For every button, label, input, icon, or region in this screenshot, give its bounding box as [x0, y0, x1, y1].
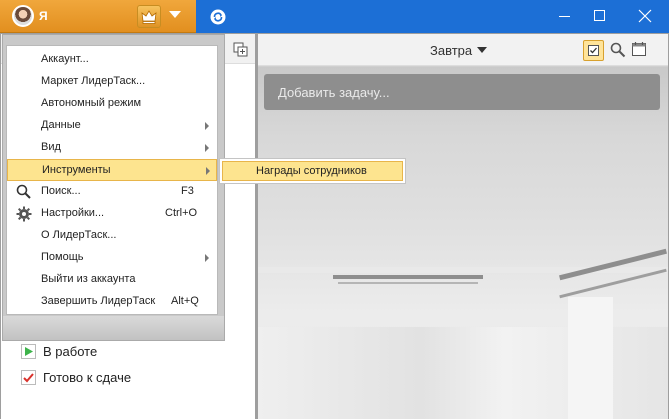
- menu-item-offline[interactable]: Автономный режим: [7, 93, 217, 115]
- maximize-button[interactable]: [576, 0, 622, 33]
- submenu-arrow-icon: [205, 144, 209, 152]
- play-icon: [21, 344, 36, 359]
- menu-item-label: Помощь: [41, 251, 84, 263]
- menu-item-help[interactable]: Помощь: [7, 247, 217, 269]
- chevron-down-icon[interactable]: [169, 11, 181, 18]
- submenu-item-label: Награды сотрудников: [256, 165, 367, 177]
- menu-item-logout[interactable]: Выйти из аккаунта: [7, 269, 217, 291]
- menu-item-market[interactable]: Маркет ЛидерТаск...: [7, 71, 217, 93]
- menu-item-label: Аккаунт...: [41, 53, 89, 65]
- account-menu: Аккаунт... Маркет ЛидерТаск... Автономны…: [6, 45, 218, 315]
- menu-item-label: О ЛидерТаск...: [41, 229, 117, 241]
- submenu-arrow-icon: [206, 167, 210, 175]
- menu-item-view[interactable]: Вид: [7, 137, 217, 159]
- search-icon[interactable]: [610, 42, 626, 58]
- menu-item-label: Завершить ЛидерТаск: [41, 295, 156, 307]
- checkmark-icon: [21, 370, 36, 385]
- search-icon: [16, 184, 31, 199]
- menu-item-label: Маркет ЛидерТаск...: [41, 75, 146, 87]
- menu-item-shortcut: Alt+Q: [171, 295, 199, 307]
- menu-item-tools[interactable]: Инструменты: [7, 159, 217, 181]
- user-account-button[interactable]: Я: [0, 0, 196, 33]
- menu-item-label: Вид: [41, 141, 61, 153]
- title-bar: Я: [0, 0, 669, 33]
- sync-icon[interactable]: [210, 9, 226, 25]
- premium-button[interactable]: [137, 5, 161, 28]
- menu-footer: [3, 316, 224, 340]
- calendar-icon[interactable]: [631, 41, 647, 57]
- menu-item-about[interactable]: О ЛидерТаск...: [7, 225, 217, 247]
- background-image: [258, 67, 668, 419]
- right-panel: Завтра Добавить задачу...: [258, 34, 668, 419]
- avatar: [12, 5, 34, 27]
- date-selector[interactable]: Завтра: [430, 43, 472, 58]
- right-toolbar: Завтра: [258, 34, 668, 66]
- submenu-item-employee-rewards[interactable]: Награды сотрудников: [222, 161, 403, 181]
- menu-item-label: Инструменты: [42, 164, 111, 176]
- menu-item-settings[interactable]: Настройки... Ctrl+O: [7, 203, 217, 225]
- menu-item-account[interactable]: Аккаунт...: [7, 49, 217, 71]
- menu-item-label: Автономный режим: [41, 97, 142, 109]
- menu-item-shortcut: F3: [181, 185, 194, 197]
- menu-item-quit[interactable]: Завершить ЛидерТаск Alt+Q: [7, 291, 217, 313]
- list-item-label: Готово к сдаче: [43, 370, 132, 385]
- menu-item-data[interactable]: Данные: [7, 115, 217, 137]
- close-button[interactable]: [622, 0, 668, 33]
- user-name: Я: [39, 9, 48, 23]
- tasks-view-button[interactable]: [583, 40, 604, 61]
- list-item-label: В работе: [43, 344, 98, 359]
- menu-item-label: Поиск...: [41, 185, 81, 197]
- crown-icon: [141, 10, 157, 24]
- menu-item-label: Выйти из аккаунта: [41, 273, 136, 285]
- add-task-placeholder: Добавить задачу...: [278, 85, 390, 100]
- copy-icon[interactable]: [233, 42, 248, 57]
- menu-item-label: Настройки...: [41, 207, 105, 219]
- submenu-arrow-icon: [205, 122, 209, 130]
- menu-item-label: Данные: [41, 119, 81, 131]
- add-task-input[interactable]: Добавить задачу...: [264, 74, 660, 110]
- close-icon: [638, 9, 652, 23]
- list-item-ready[interactable]: Готово к сдаче: [19, 367, 249, 389]
- maximize-icon: [594, 10, 605, 21]
- tools-submenu: Награды сотрудников: [219, 158, 406, 184]
- chevron-down-icon[interactable]: [477, 47, 487, 53]
- checkbox-icon: [588, 45, 599, 56]
- menu-item-search[interactable]: Поиск... F3: [7, 181, 217, 203]
- submenu-arrow-icon: [205, 254, 209, 262]
- list-item-in-progress[interactable]: В работе: [19, 341, 249, 363]
- gear-icon: [16, 206, 32, 222]
- menu-item-shortcut: Ctrl+O: [165, 207, 198, 219]
- minimize-icon: [559, 16, 570, 17]
